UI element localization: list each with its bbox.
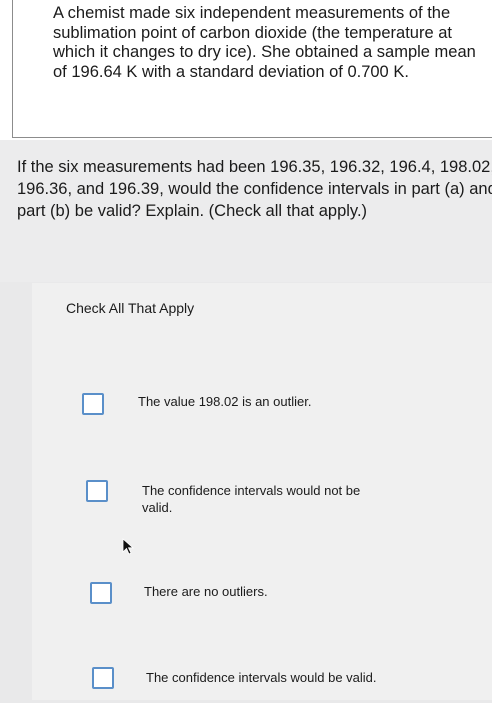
question-prompt: If the six measurements had been 196.35,…	[17, 158, 492, 220]
option-label: The value 198.02 is an outlier.	[138, 394, 312, 409]
checkbox-outlier-198[interactable]	[82, 393, 104, 415]
mouse-pointer-icon	[122, 538, 135, 555]
question-area: If the six measurements had been 196.35,…	[0, 140, 492, 282]
option-intervals-valid[interactable]: The confidence intervals would be valid.	[32, 663, 492, 703]
problem-card-divider	[12, 137, 492, 138]
option-label: The confidence intervals would not be va…	[142, 483, 361, 515]
option-intervals-not-valid[interactable]: The confidence intervals would not be va…	[32, 478, 492, 518]
problem-card: A chemist made six independent measureme…	[0, 0, 492, 140]
problem-statement: A chemist made six independent measureme…	[53, 4, 476, 81]
checkbox-no-outliers[interactable]	[90, 582, 112, 604]
checklist-title: Check All That Apply	[66, 300, 195, 316]
problem-card-border	[12, 0, 13, 138]
option-label: The confidence intervals would be valid.	[146, 670, 377, 685]
check-all-that-apply-panel: Check All That Apply The value 198.02 is…	[32, 283, 492, 700]
checkbox-intervals-not-valid[interactable]	[86, 480, 108, 502]
checkbox-intervals-valid[interactable]	[92, 667, 114, 689]
option-label: There are no outliers.	[144, 584, 268, 599]
option-no-outliers[interactable]: There are no outliers.	[32, 579, 492, 619]
option-outlier-198[interactable]: The value 198.02 is an outlier.	[32, 383, 492, 423]
